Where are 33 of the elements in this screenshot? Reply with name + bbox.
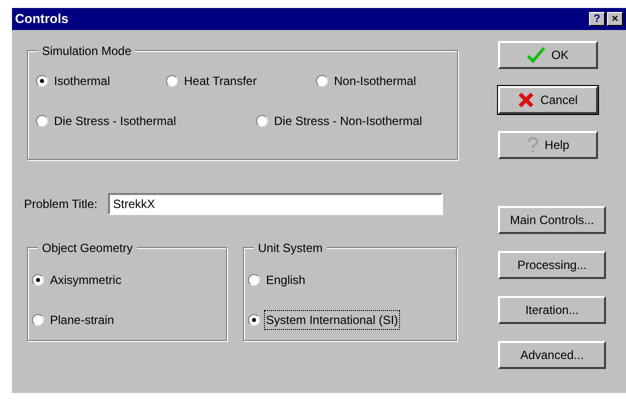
radio-button[interactable] [248, 314, 260, 326]
radio-label: Axisymmetric [49, 272, 122, 289]
dialog-button[interactable]: OK [498, 41, 598, 69]
radio-label: Non-Isothermal [333, 73, 418, 90]
window-title: Controls [15, 10, 68, 28]
cross-icon [518, 92, 534, 108]
dialog-button[interactable]: Advanced... [498, 341, 606, 369]
radio-button[interactable] [36, 75, 48, 87]
radio-label: Heat Transfer [183, 73, 258, 90]
checkmark-icon [527, 47, 546, 63]
field-label: Problem Title: [24, 196, 98, 213]
radio-label: Die Stress - Isothermal [53, 113, 178, 130]
radio-button[interactable] [36, 115, 48, 127]
radio-button[interactable] [248, 274, 260, 286]
close-button[interactable]: × [607, 12, 623, 26]
radio-button[interactable] [32, 314, 44, 326]
radio-label: Die Stress - Non-Isothermal [273, 113, 424, 130]
radio-label: Plane-strain [49, 312, 116, 329]
radio-label: System International (SI) [264, 310, 400, 330]
dialog-button[interactable]: Help [498, 131, 598, 159]
dialog-button[interactable]: Processing... [498, 251, 606, 279]
radio-label: Isothermal [53, 73, 112, 90]
dialog-button[interactable]: Main Controls... [498, 206, 606, 234]
radio-label: English [265, 272, 306, 289]
question-mark-icon [526, 137, 539, 153]
problem-title-field[interactable]: StrekkX [108, 193, 443, 215]
radio-button[interactable] [316, 75, 328, 87]
radio-button[interactable] [256, 115, 268, 127]
radio-button[interactable] [32, 274, 44, 286]
help-button[interactable]: ? [589, 12, 605, 26]
dialog-button[interactable]: Iteration... [498, 296, 606, 324]
dialog-button[interactable]: Cancel [498, 86, 598, 114]
radio-button[interactable] [166, 75, 178, 87]
